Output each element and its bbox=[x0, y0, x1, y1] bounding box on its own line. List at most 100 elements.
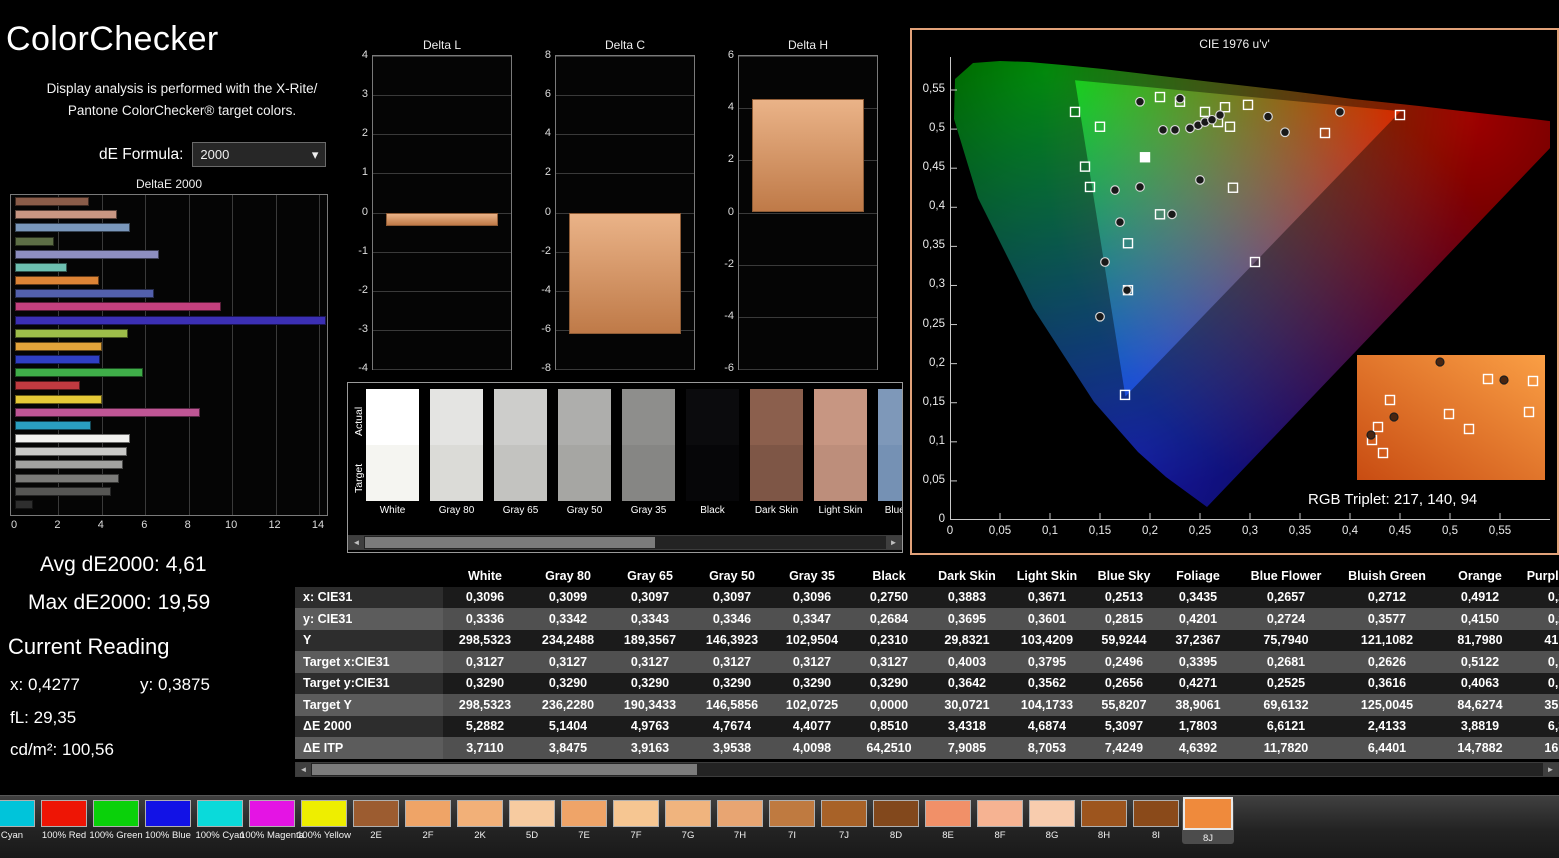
patch-button-cyan[interactable]: Cyan bbox=[0, 800, 38, 844]
de-bar-dark-skin bbox=[15, 197, 89, 206]
table-cell: 146,3923 bbox=[691, 630, 773, 652]
patch-button-7i[interactable]: 7I bbox=[766, 800, 818, 844]
table-cell: 0,3096 bbox=[773, 587, 851, 609]
patch-button-100-magenta[interactable]: 100% Magenta bbox=[246, 800, 298, 844]
patch-button-8h[interactable]: 8H bbox=[1078, 800, 1130, 844]
reading-fl: fL: 29,35 bbox=[10, 708, 76, 728]
actual-swatch bbox=[878, 389, 903, 445]
table-cell: 0,3290 bbox=[443, 673, 527, 695]
measured-point bbox=[1216, 111, 1225, 120]
patch-swatch bbox=[769, 800, 815, 827]
patch-button-7f[interactable]: 7F bbox=[610, 800, 662, 844]
patch-button-100-red[interactable]: 100% Red bbox=[38, 800, 90, 844]
table-cell: 298,5323 bbox=[443, 694, 527, 716]
patch-button-100-cyan[interactable]: 100% Cyan bbox=[194, 800, 246, 844]
patch-button-row: Cyan100% Red100% Green100% Blue100% Cyan… bbox=[0, 800, 1234, 844]
de-bar-magenta bbox=[15, 408, 200, 417]
grid-line bbox=[556, 134, 694, 135]
patch-button-7g[interactable]: 7G bbox=[662, 800, 714, 844]
table-scroll-left-arrow[interactable]: ◄ bbox=[296, 763, 311, 776]
swatch-strip-scrollbar[interactable]: ◄ ► bbox=[348, 535, 902, 550]
patch-button-100-green[interactable]: 100% Green bbox=[90, 800, 142, 844]
patch-button-8f[interactable]: 8F bbox=[974, 800, 1026, 844]
patch-button-2k[interactable]: 2K bbox=[454, 800, 506, 844]
scroll-right-arrow[interactable]: ► bbox=[886, 536, 901, 549]
de-bar-bluish-green bbox=[15, 263, 67, 272]
table-scroll-right-arrow[interactable]: ► bbox=[1543, 763, 1558, 776]
patch-button-100-yellow[interactable]: 100% Yellow bbox=[298, 800, 350, 844]
table-cell: 0,3127 bbox=[443, 651, 527, 673]
header-spacer bbox=[295, 565, 443, 587]
de-bar-neutral-6-5 bbox=[15, 460, 123, 469]
actual-target-swatch-strip: Actual Target ◄ ► WhiteGray 80Gray 65Gra… bbox=[347, 382, 903, 553]
row-label: Target Y bbox=[295, 694, 443, 716]
patch-button-7j[interactable]: 7J bbox=[818, 800, 870, 844]
table-scrollbar[interactable]: ◄ ► bbox=[295, 762, 1559, 777]
y-tick-label: -1 bbox=[342, 245, 368, 257]
table-cell: 0,3290 bbox=[609, 673, 691, 695]
patch-button-8g[interactable]: 8G bbox=[1026, 800, 1078, 844]
de-formula-select[interactable]: 2000 ▾ bbox=[192, 142, 326, 167]
table-cell: 0,3099 bbox=[527, 587, 609, 609]
column-header: Orange bbox=[1437, 565, 1523, 587]
patch-button-2f[interactable]: 2F bbox=[402, 800, 454, 844]
patch-label: 7J bbox=[839, 830, 849, 841]
grid-line bbox=[373, 330, 511, 331]
scrollbar-thumb[interactable] bbox=[365, 537, 655, 548]
patch-button-100-blue[interactable]: 100% Blue bbox=[142, 800, 194, 844]
table-row: Target x:CIE310,31270,31270,31270,31270,… bbox=[295, 651, 1559, 673]
table-cell: 0,3342 bbox=[527, 608, 609, 630]
table-scrollbar-thumb[interactable] bbox=[312, 764, 697, 775]
patch-button-7e[interactable]: 7E bbox=[558, 800, 610, 844]
y-tick-label: 4 bbox=[708, 101, 734, 113]
u-tick-label: 0,55 bbox=[1483, 525, 1517, 537]
patch-button-7h[interactable]: 7H bbox=[714, 800, 766, 844]
patch-swatch bbox=[821, 800, 867, 827]
swatch-label: Gray 50 bbox=[558, 505, 611, 516]
table-cell: 236,2280 bbox=[527, 694, 609, 716]
patch-label: 5D bbox=[526, 830, 538, 841]
target-swatch bbox=[622, 445, 675, 501]
measured-point bbox=[1264, 112, 1273, 121]
patch-swatch bbox=[1183, 797, 1233, 830]
measured-point bbox=[1186, 124, 1195, 133]
table-cell: 102,0725 bbox=[773, 694, 851, 716]
patch-swatch bbox=[197, 800, 243, 827]
actual-swatch bbox=[686, 389, 739, 445]
patch-button-8e[interactable]: 8E bbox=[922, 800, 974, 844]
patch-swatch bbox=[1133, 800, 1179, 827]
table-cell: 0,4201 bbox=[1161, 608, 1235, 630]
patch-button-5d[interactable]: 5D bbox=[506, 800, 558, 844]
delta-bar bbox=[569, 213, 681, 334]
patch-swatch bbox=[249, 800, 295, 827]
grid-line bbox=[373, 95, 511, 96]
table-cell: 5,1404 bbox=[527, 716, 609, 738]
table-cell: 35,0231 bbox=[1523, 694, 1559, 716]
x-tick-label: 14 bbox=[308, 519, 328, 531]
table-cell: 0,3290 bbox=[851, 673, 927, 695]
measured-point bbox=[1123, 286, 1132, 295]
y-tick-label: 8 bbox=[525, 49, 551, 61]
grid-line bbox=[739, 369, 877, 370]
table-row: ΔE 20005,28825,14044,97634,76744,40770,8… bbox=[295, 716, 1559, 738]
table-cell: 0,2525 bbox=[1235, 673, 1337, 695]
de-bar-neutral-3-5 bbox=[15, 487, 111, 496]
colorchecker-window: ColorChecker Display analysis is perform… bbox=[0, 0, 1559, 858]
scroll-left-arrow[interactable]: ◄ bbox=[349, 536, 364, 549]
patch-button-8d[interactable]: 8D bbox=[870, 800, 922, 844]
grid-line bbox=[739, 317, 877, 318]
table-cell: 125,0045 bbox=[1337, 694, 1437, 716]
grid-line bbox=[319, 195, 320, 515]
swatch-label: Gray 65 bbox=[494, 505, 547, 516]
x-tick-label: 12 bbox=[265, 519, 285, 531]
delta-bar bbox=[386, 213, 498, 227]
table-cell: 84,6274 bbox=[1437, 694, 1523, 716]
patch-button-8i[interactable]: 8I bbox=[1130, 800, 1182, 844]
table-cell: 75,7940 bbox=[1235, 630, 1337, 652]
table-cell: 1,7803 bbox=[1161, 716, 1235, 738]
patch-button-8j[interactable]: 8J bbox=[1182, 800, 1234, 844]
table-cell: 0,3601 bbox=[1007, 608, 1087, 630]
patch-button-2e[interactable]: 2E bbox=[350, 800, 402, 844]
column-header: Black bbox=[851, 565, 927, 587]
page-title: ColorChecker bbox=[6, 20, 219, 59]
